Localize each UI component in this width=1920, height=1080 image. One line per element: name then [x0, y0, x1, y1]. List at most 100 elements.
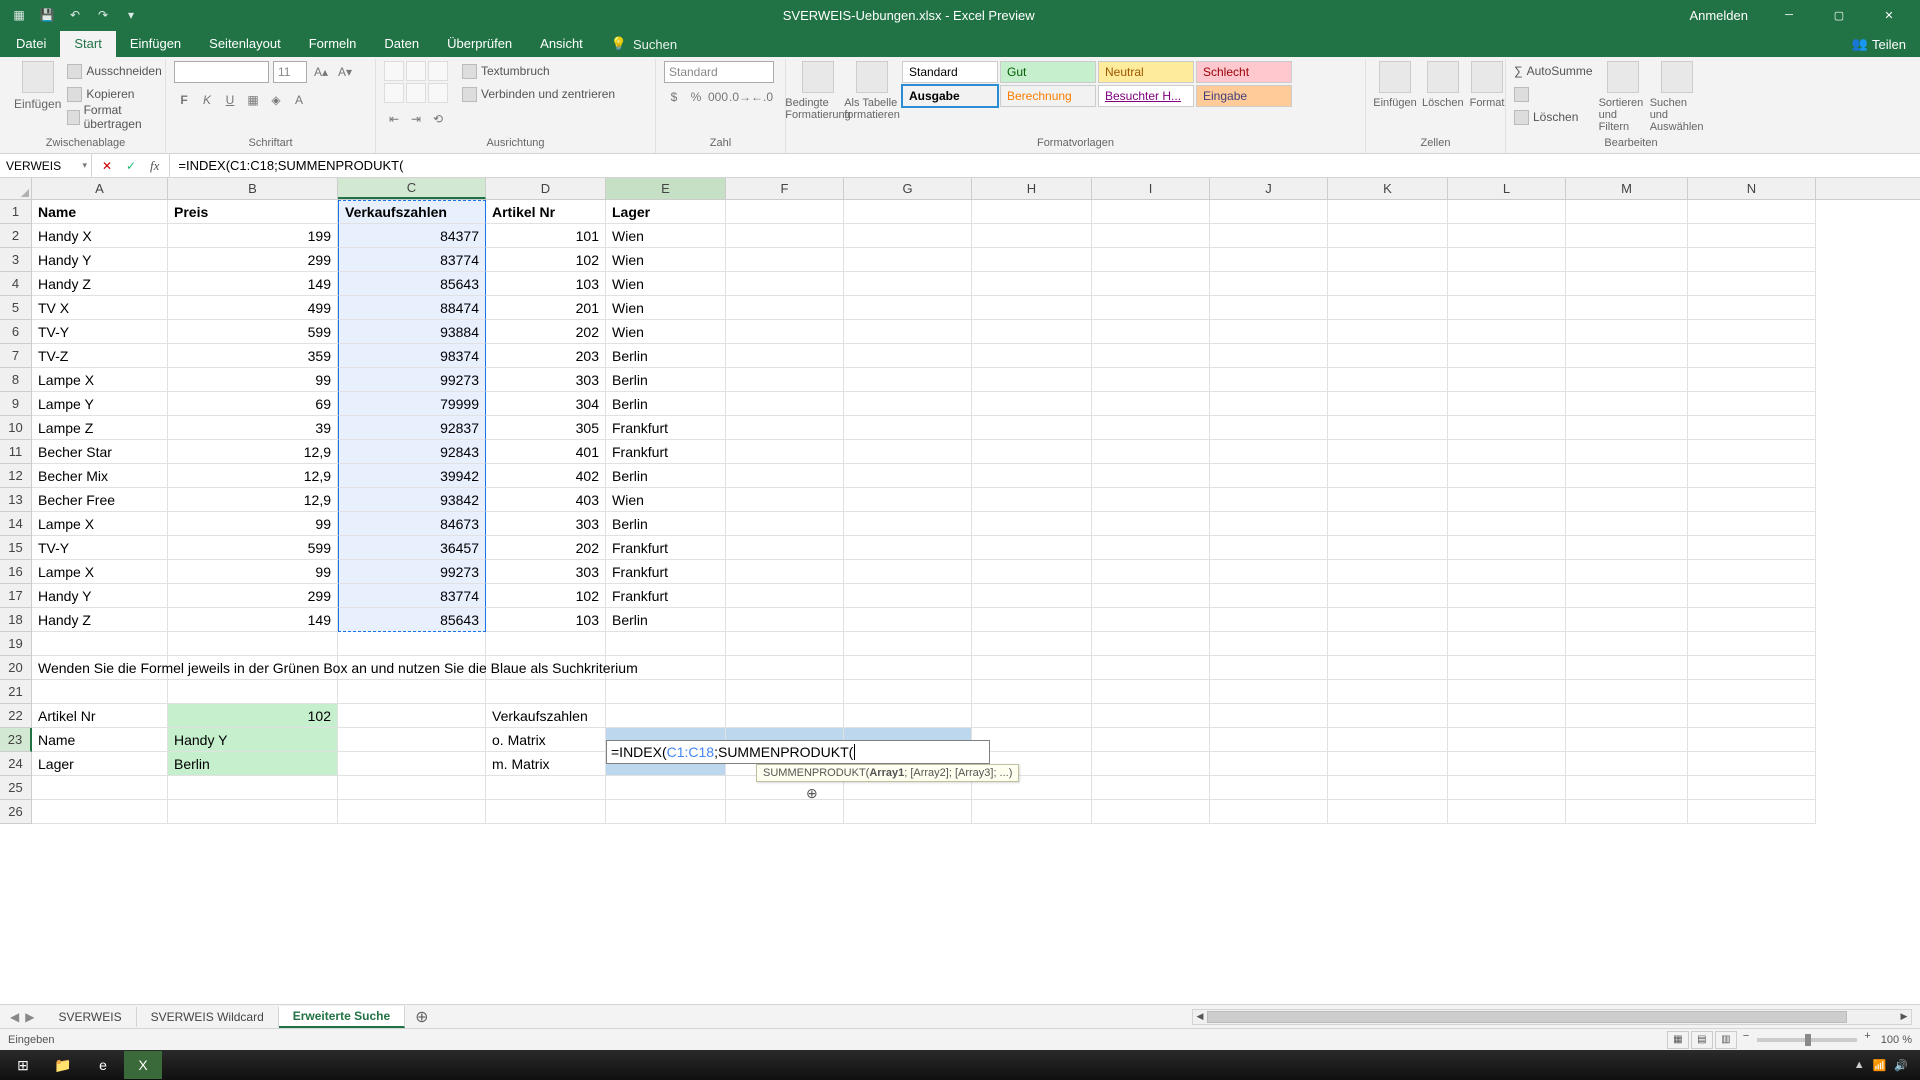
cell[interactable]: [1210, 440, 1328, 464]
style-gut[interactable]: Gut: [1000, 61, 1096, 83]
tab-ansicht[interactable]: Ansicht: [526, 31, 597, 57]
cell[interactable]: [844, 656, 972, 680]
cell[interactable]: [972, 464, 1092, 488]
cell[interactable]: [1210, 416, 1328, 440]
font-size-input[interactable]: 11: [273, 61, 307, 83]
cell[interactable]: Frankfurt: [606, 536, 726, 560]
cell[interactable]: 201: [486, 296, 606, 320]
cell[interactable]: [1092, 200, 1210, 224]
col-header-c[interactable]: C: [338, 178, 486, 199]
cell[interactable]: [726, 632, 844, 656]
cell[interactable]: [1092, 776, 1210, 800]
cell[interactable]: [606, 680, 726, 704]
cell[interactable]: [1328, 704, 1448, 728]
cell[interactable]: [844, 272, 972, 296]
row-header[interactable]: 8: [0, 368, 32, 392]
align-top-left[interactable]: [384, 61, 404, 81]
col-header-d[interactable]: D: [486, 178, 606, 199]
cell[interactable]: [726, 584, 844, 608]
font-name-input[interactable]: [174, 61, 269, 83]
cell[interactable]: [1688, 416, 1816, 440]
hscroll-left-arrow[interactable]: ◀: [1193, 1010, 1207, 1024]
row-header[interactable]: 19: [0, 632, 32, 656]
cell[interactable]: [972, 224, 1092, 248]
cell[interactable]: [1210, 296, 1328, 320]
cell[interactable]: [1566, 536, 1688, 560]
align-top-center[interactable]: [406, 61, 426, 81]
cell[interactable]: [606, 800, 726, 824]
cancel-formula-button[interactable]: ✕: [96, 156, 118, 176]
cell[interactable]: [1092, 728, 1210, 752]
cell[interactable]: [1566, 752, 1688, 776]
tray-network-icon[interactable]: 📶: [1873, 1059, 1887, 1072]
cell[interactable]: [1566, 464, 1688, 488]
cell[interactable]: [606, 776, 726, 800]
cell[interactable]: [486, 632, 606, 656]
formula-bar-input[interactable]: =INDEX(C1:C18;SUMMENPRODUKT(: [170, 154, 1920, 177]
cell[interactable]: [972, 656, 1092, 680]
cell[interactable]: [1328, 536, 1448, 560]
cell[interactable]: TV X: [32, 296, 168, 320]
cell[interactable]: [1328, 632, 1448, 656]
cell[interactable]: [972, 392, 1092, 416]
cell[interactable]: 79999: [338, 392, 486, 416]
row-header[interactable]: 15: [0, 536, 32, 560]
number-format-select[interactable]: Standard: [664, 61, 774, 83]
cell[interactable]: [1210, 680, 1328, 704]
cell[interactable]: [1566, 608, 1688, 632]
cell[interactable]: Becher Free: [32, 488, 168, 512]
cell[interactable]: [1092, 752, 1210, 776]
cell[interactable]: [726, 248, 844, 272]
cell[interactable]: [168, 632, 338, 656]
cell[interactable]: [1210, 320, 1328, 344]
name-box[interactable]: VERWEIS: [0, 154, 92, 177]
cell[interactable]: [844, 560, 972, 584]
cell[interactable]: Artikel Nr: [32, 704, 168, 728]
cell[interactable]: Berlin: [606, 368, 726, 392]
row-header[interactable]: 17: [0, 584, 32, 608]
cell[interactable]: 299: [168, 584, 338, 608]
border-button[interactable]: ▦: [243, 90, 263, 110]
tab-start[interactable]: Start: [60, 31, 115, 57]
tab-daten[interactable]: Daten: [370, 31, 433, 57]
cell[interactable]: [972, 320, 1092, 344]
cell[interactable]: [726, 488, 844, 512]
row-header[interactable]: 4: [0, 272, 32, 296]
cell[interactable]: [1566, 488, 1688, 512]
cell[interactable]: [1688, 680, 1816, 704]
cell[interactable]: [844, 224, 972, 248]
col-header-f[interactable]: F: [726, 178, 844, 199]
row-header[interactable]: 6: [0, 320, 32, 344]
cell[interactable]: [1328, 512, 1448, 536]
cell[interactable]: Preis: [168, 200, 338, 224]
cell[interactable]: [1328, 752, 1448, 776]
cell[interactable]: [1092, 800, 1210, 824]
cell[interactable]: [1448, 416, 1566, 440]
cell[interactable]: [1688, 632, 1816, 656]
cell[interactable]: [1210, 392, 1328, 416]
copy-button[interactable]: Kopieren: [67, 84, 161, 104]
cell[interactable]: [726, 344, 844, 368]
col-header-i[interactable]: I: [1092, 178, 1210, 199]
cell[interactable]: 39: [168, 416, 338, 440]
cell[interactable]: Wien: [606, 296, 726, 320]
cell[interactable]: 202: [486, 536, 606, 560]
cell[interactable]: [1688, 368, 1816, 392]
cell[interactable]: [844, 488, 972, 512]
row-header[interactable]: 12: [0, 464, 32, 488]
cell[interactable]: Berlin: [606, 608, 726, 632]
align-top-right[interactable]: [428, 61, 448, 81]
cell[interactable]: [1210, 752, 1328, 776]
cell[interactable]: TV-Y: [32, 320, 168, 344]
cell[interactable]: 92837: [338, 416, 486, 440]
cell[interactable]: Lampe X: [32, 560, 168, 584]
cell[interactable]: TV-Y: [32, 536, 168, 560]
cell[interactable]: [1210, 560, 1328, 584]
cell[interactable]: Wien: [606, 488, 726, 512]
sheet-tab-wildcard[interactable]: SVERWEIS Wildcard: [137, 1007, 279, 1027]
cell[interactable]: Becher Mix: [32, 464, 168, 488]
cell[interactable]: [1448, 776, 1566, 800]
cell[interactable]: [1210, 608, 1328, 632]
cell[interactable]: [32, 800, 168, 824]
cell[interactable]: 599: [168, 320, 338, 344]
